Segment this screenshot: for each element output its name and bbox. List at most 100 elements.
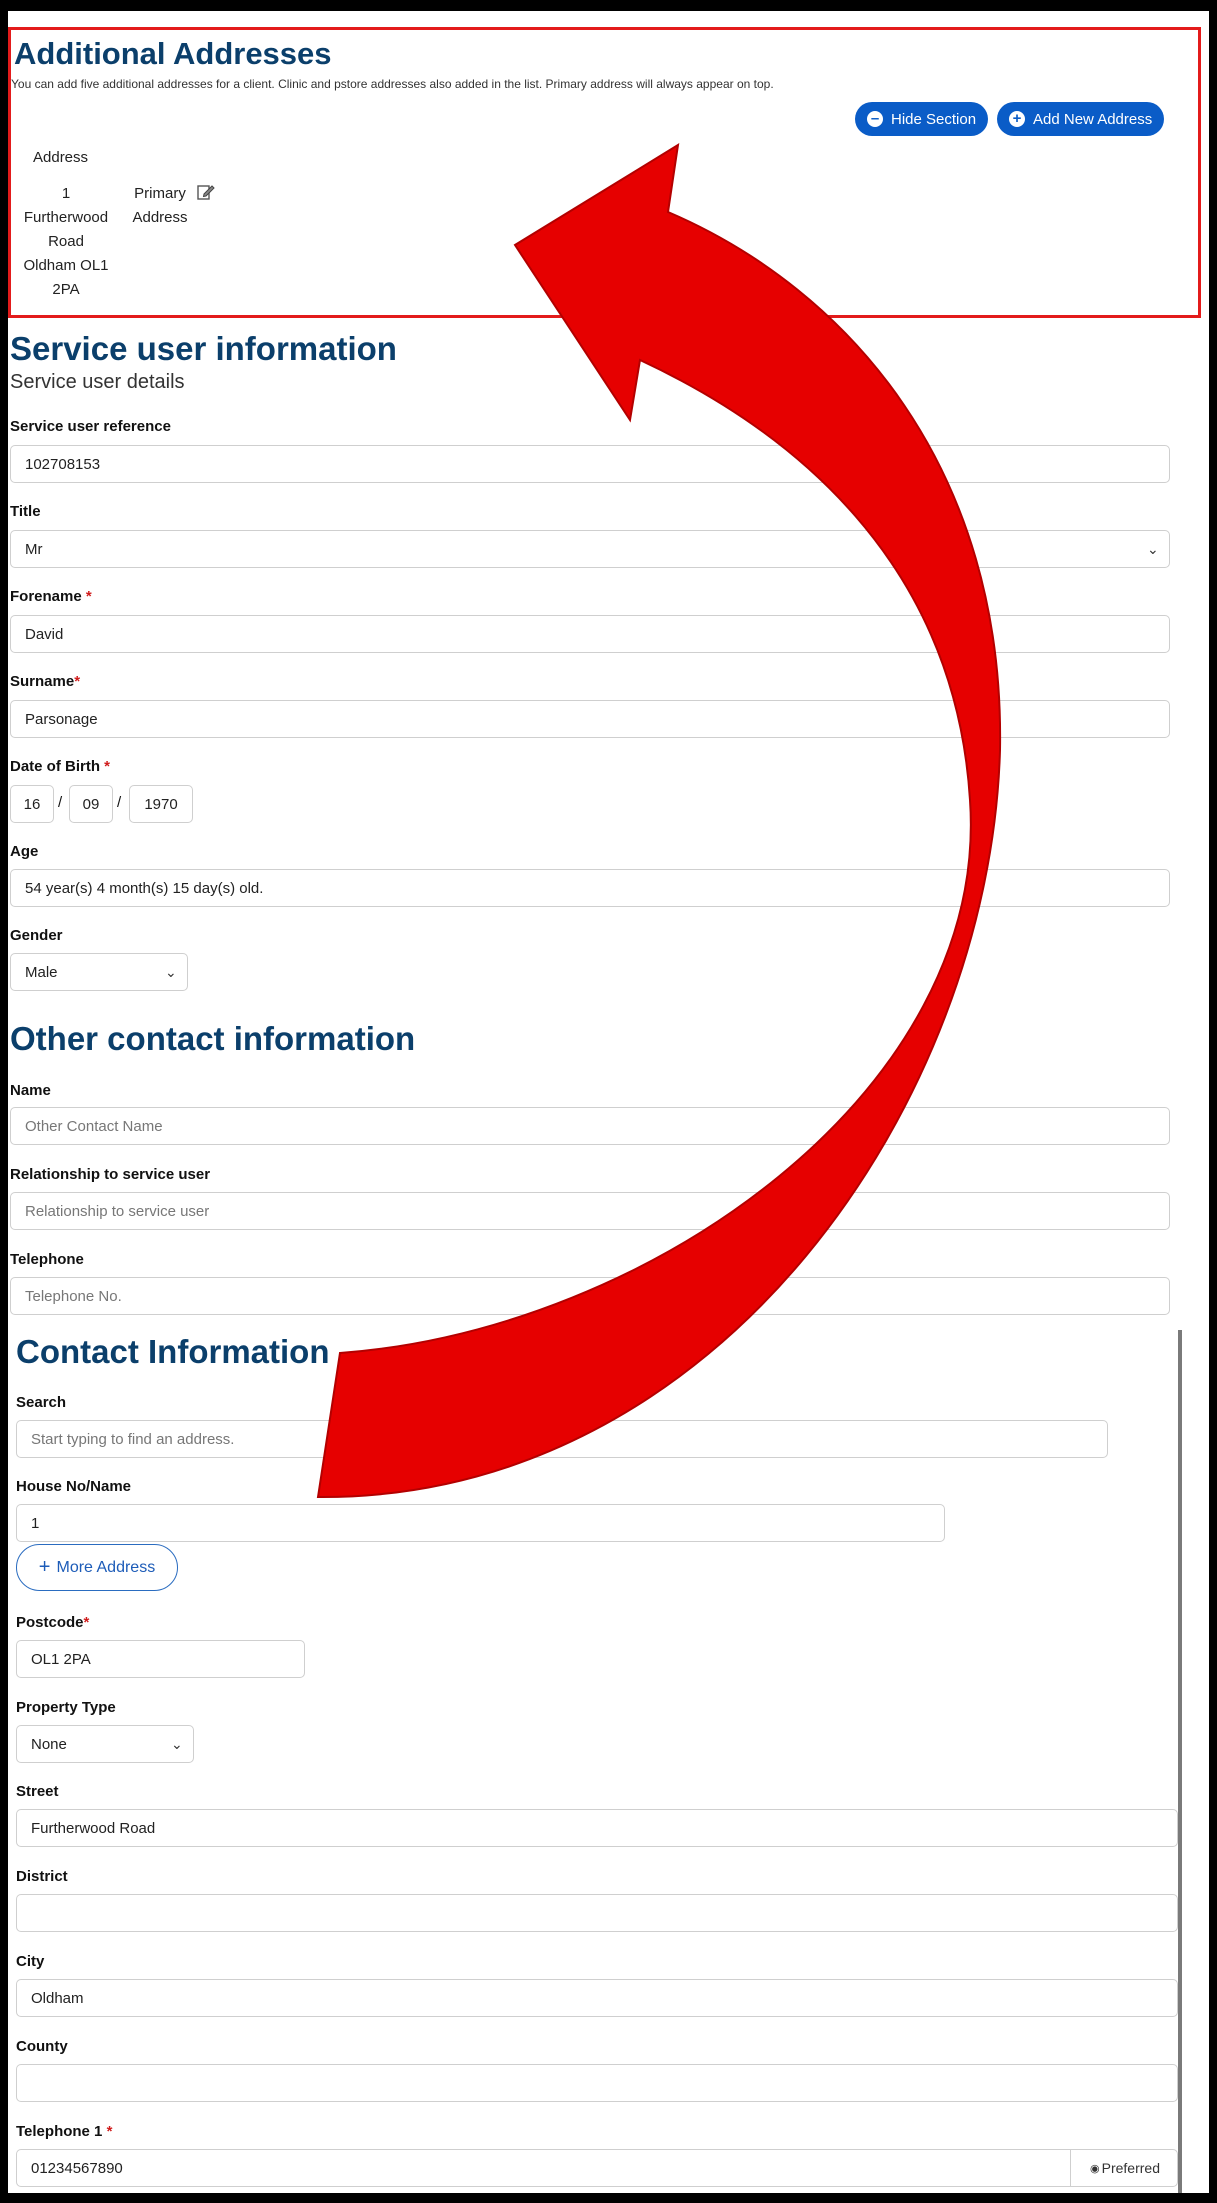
plus-icon: + [38, 1556, 51, 1578]
district-input[interactable] [16, 1894, 1178, 1932]
additional-addresses-title: Additional Addresses [14, 36, 332, 71]
dob-year-value: 1970 [144, 795, 178, 813]
forename-label-text: Forename [10, 588, 86, 605]
relationship-input[interactable]: Relationship to service user [10, 1192, 1170, 1230]
other-contact-telephone-input[interactable]: Telephone No. [10, 1277, 1170, 1315]
gender-select[interactable]: Male ⌄ [10, 953, 188, 991]
other-contact-title: Other contact information [10, 1020, 416, 1057]
gender-select-value: Male [25, 963, 58, 981]
add-new-address-label: Add New Address [1033, 110, 1153, 128]
frame-bottom-border [0, 2193, 1217, 2203]
age-label: Age [10, 843, 39, 860]
dob-separator: / [117, 794, 122, 811]
contact-information-title: Contact Information [16, 1333, 330, 1370]
preferred-label: Preferred [1101, 2160, 1160, 2176]
chevron-down-icon: ⌄ [1147, 541, 1159, 557]
street-label: Street [16, 1783, 59, 1800]
minus-circle-icon: – [867, 111, 883, 127]
telephone1-label-text: Telephone 1 [16, 2123, 107, 2140]
surname-label: Surname* [10, 673, 80, 690]
dob-year-input[interactable]: 1970 [129, 785, 193, 823]
other-contact-name-placeholder: Other Contact Name [25, 1117, 163, 1135]
frame-left-border [0, 0, 8, 2203]
dob-separator: / [58, 794, 63, 811]
service-user-reference-value: 102708153 [25, 455, 101, 473]
dob-month-value: 09 [82, 795, 100, 813]
surname-label-text: Surname [10, 673, 75, 690]
hide-section-label: Hide Section [891, 110, 977, 128]
property-type-label: Property Type [16, 1699, 116, 1716]
gender-label: Gender [10, 927, 63, 944]
preferred-option[interactable]: ◉ Preferred [1070, 2149, 1179, 2187]
dob-day-input[interactable]: 16 [10, 785, 54, 823]
dob-month-input[interactable]: 09 [69, 785, 113, 823]
date-of-birth-label: Date of Birth * [10, 758, 110, 775]
required-marker: * [83, 1614, 90, 1631]
city-label: City [16, 1953, 45, 1970]
title-select[interactable]: Mr ⌄ [10, 530, 1170, 568]
required-marker: * [104, 758, 111, 775]
add-new-address-button[interactable]: + Add New Address [997, 102, 1165, 136]
street-value: Furtherwood Road [31, 1819, 156, 1837]
service-user-subtitle: Service user details [10, 371, 185, 393]
more-address-label: More Address [56, 1558, 156, 1576]
radio-icon: ◉ [1090, 2162, 1100, 2175]
county-label: County [16, 2038, 68, 2055]
county-input[interactable] [16, 2064, 1178, 2102]
required-marker: * [106, 2123, 113, 2140]
plus-circle-icon: + [1009, 111, 1025, 127]
address-column-header: Address [33, 149, 89, 166]
telephone1-value: 01234567890 [31, 2159, 123, 2177]
address-search-placeholder: Start typing to find an address. [31, 1430, 235, 1448]
address-type-cell: Primary Address [132, 185, 188, 226]
telephone1-label: Telephone 1 * [16, 2123, 112, 2140]
title-label: Title [10, 503, 41, 520]
frame-top-border [0, 0, 1217, 11]
address-search-input[interactable]: Start typing to find an address. [16, 1420, 1108, 1458]
surname-input[interactable]: Parsonage [10, 700, 1170, 738]
telephone1-input[interactable]: 01234567890 [16, 2149, 1178, 2187]
service-user-reference-label: Service user reference [10, 418, 171, 435]
surname-value: Parsonage [25, 710, 98, 728]
property-type-select[interactable]: None ⌄ [16, 1725, 194, 1763]
service-user-reference-field[interactable]: 102708153 [10, 445, 1170, 483]
forename-label: Forename * [10, 588, 92, 605]
postcode-label-text: Postcode [16, 1614, 84, 1631]
service-user-title: Service user information [10, 330, 397, 367]
house-value: 1 [31, 1514, 40, 1532]
required-marker: * [74, 673, 81, 690]
other-contact-telephone-placeholder: Telephone No. [25, 1287, 122, 1305]
other-contact-telephone-label: Telephone [10, 1251, 84, 1268]
required-marker: * [85, 588, 92, 605]
city-value: Oldham [31, 1989, 84, 2007]
edit-icon[interactable] [197, 183, 215, 201]
chevron-down-icon: ⌄ [165, 964, 177, 980]
more-address-button[interactable]: + More Address [16, 1544, 178, 1591]
postcode-label: Postcode* [16, 1614, 89, 1631]
postcode-input[interactable]: OL1 2PA [16, 1640, 305, 1678]
search-label: Search [16, 1394, 67, 1411]
additional-addresses-section: Additional Addresses You can add five ad… [8, 27, 1201, 318]
other-contact-name-input[interactable]: Other Contact Name [10, 1107, 1170, 1145]
additional-addresses-description: You can add five additional addresses fo… [11, 77, 774, 91]
relationship-label: Relationship to service user [10, 1166, 211, 1183]
district-label: District [16, 1868, 68, 1885]
house-label: House No/Name [16, 1478, 132, 1495]
street-input[interactable]: Furtherwood Road [16, 1809, 1178, 1847]
other-contact-name-label: Name [10, 1082, 51, 1099]
house-input[interactable]: 1 [16, 1504, 945, 1542]
dob-day-value: 16 [23, 795, 41, 813]
relationship-placeholder: Relationship to service user [25, 1202, 210, 1220]
date-of-birth-label-text: Date of Birth [10, 758, 105, 775]
frame-right-border [1209, 0, 1217, 2203]
panel-divider [1178, 1330, 1182, 2193]
age-field: 54 year(s) 4 month(s) 15 day(s) old. [10, 869, 1170, 907]
city-input[interactable]: Oldham [16, 1979, 1178, 2017]
forename-value: David [25, 625, 64, 643]
hide-section-button[interactable]: – Hide Section [855, 102, 989, 136]
chevron-down-icon: ⌄ [171, 1736, 183, 1752]
property-type-value: None [31, 1735, 67, 1753]
title-select-value: Mr [25, 540, 43, 558]
age-value: 54 year(s) 4 month(s) 15 day(s) old. [25, 879, 264, 897]
forename-input[interactable]: David [10, 615, 1170, 653]
